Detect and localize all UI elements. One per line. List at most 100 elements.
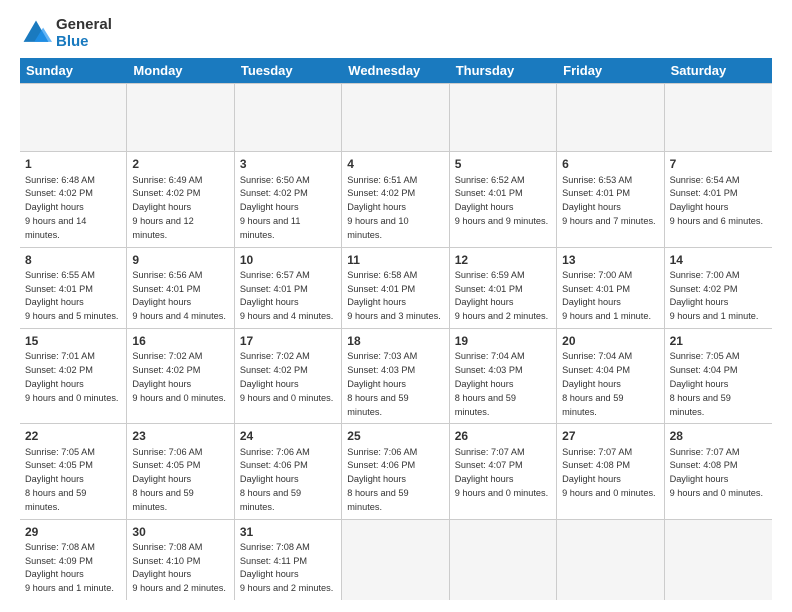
header-wednesday: Wednesday bbox=[342, 58, 449, 83]
sun-info: Sunrise: 7:02 AMSunset: 4:02 PMDaylight … bbox=[240, 351, 333, 402]
header-saturday: Saturday bbox=[665, 58, 772, 83]
header-thursday: Thursday bbox=[450, 58, 557, 83]
calendar-body: 1Sunrise: 6:48 AMSunset: 4:02 PMDaylight… bbox=[20, 83, 772, 600]
cal-cell: 13 Sunrise: 7:00 AMSunset: 4:01 PMDayligh… bbox=[557, 248, 664, 328]
calendar-row-3: 15 Sunrise: 7:01 AMSunset: 4:02 PMDayligh… bbox=[20, 329, 772, 424]
cal-cell bbox=[557, 84, 664, 151]
sun-info: Sunrise: 7:00 AMSunset: 4:01 PMDaylight … bbox=[562, 270, 651, 321]
logo-icon bbox=[20, 17, 52, 49]
sun-info: Sunrise: 6:57 AMSunset: 4:01 PMDaylight … bbox=[240, 270, 333, 321]
calendar-row-2: 8 Sunrise: 6:55 AMSunset: 4:01 PMDaylight… bbox=[20, 248, 772, 329]
cal-cell: 7 Sunrise: 6:54 AMSunset: 4:01 PMDaylight… bbox=[665, 152, 772, 246]
calendar-header: Sunday Monday Tuesday Wednesday Thursday… bbox=[20, 58, 772, 83]
sun-info: Sunrise: 7:08 AMSunset: 4:10 PMDaylight … bbox=[132, 542, 225, 593]
day-number: 15 bbox=[25, 333, 121, 349]
cal-cell: 1Sunrise: 6:48 AMSunset: 4:02 PMDaylight… bbox=[20, 152, 127, 246]
day-number: 18 bbox=[347, 333, 443, 349]
sun-info: Sunrise: 6:52 AMSunset: 4:01 PMDaylight … bbox=[455, 175, 548, 226]
cal-cell: 18 Sunrise: 7:03 AMSunset: 4:03 PMDayligh… bbox=[342, 329, 449, 423]
day-number: 12 bbox=[455, 252, 551, 268]
cal-cell: 22 Sunrise: 7:05 AMSunset: 4:05 PMDayligh… bbox=[20, 424, 127, 518]
day-number: 5 bbox=[455, 156, 551, 172]
sun-info: Sunrise: 7:05 AMSunset: 4:05 PMDaylight … bbox=[25, 447, 95, 512]
day-number: 4 bbox=[347, 156, 443, 172]
cal-cell: 21 Sunrise: 7:05 AMSunset: 4:04 PMDayligh… bbox=[665, 329, 772, 423]
cal-cell bbox=[235, 84, 342, 151]
day-number: 22 bbox=[25, 428, 121, 444]
day-number: 19 bbox=[455, 333, 551, 349]
day-number: 3 bbox=[240, 156, 336, 172]
sun-info: Sunrise: 6:48 AMSunset: 4:02 PMDaylight … bbox=[25, 175, 95, 240]
cal-cell: 28 Sunrise: 7:07 AMSunset: 4:08 PMDayligh… bbox=[665, 424, 772, 518]
day-number: 7 bbox=[670, 156, 767, 172]
cal-cell: 20Sunrise: 7:04 AMSunset: 4:04 PMDayligh… bbox=[557, 329, 664, 423]
cal-cell bbox=[665, 520, 772, 600]
sun-info: Sunrise: 7:07 AMSunset: 4:07 PMDaylight … bbox=[455, 447, 548, 498]
cal-cell: 8 Sunrise: 6:55 AMSunset: 4:01 PMDaylight… bbox=[20, 248, 127, 328]
cal-cell: 19 Sunrise: 7:04 AMSunset: 4:03 PMDayligh… bbox=[450, 329, 557, 423]
cal-cell bbox=[127, 84, 234, 151]
sun-info: Sunrise: 7:00 AMSunset: 4:02 PMDaylight … bbox=[670, 270, 759, 321]
cal-cell: 6 Sunrise: 6:53 AMSunset: 4:01 PMDaylight… bbox=[557, 152, 664, 246]
sun-info: Sunrise: 7:04 AMSunset: 4:04 PMDaylight … bbox=[562, 351, 632, 416]
calendar-row-4: 22 Sunrise: 7:05 AMSunset: 4:05 PMDayligh… bbox=[20, 424, 772, 519]
cal-cell bbox=[342, 520, 449, 600]
day-number: 9 bbox=[132, 252, 228, 268]
day-number: 30 bbox=[132, 524, 228, 540]
sun-info: Sunrise: 6:53 AMSunset: 4:01 PMDaylight … bbox=[562, 175, 655, 226]
sun-info: Sunrise: 6:59 AMSunset: 4:01 PMDaylight … bbox=[455, 270, 548, 321]
day-number: 27 bbox=[562, 428, 658, 444]
calendar-row-5: 29Sunrise: 7:08 AMSunset: 4:09 PMDayligh… bbox=[20, 520, 772, 600]
day-number: 16 bbox=[132, 333, 228, 349]
cal-cell: 31Sunrise: 7:08 AMSunset: 4:11 PMDayligh… bbox=[235, 520, 342, 600]
sun-info: Sunrise: 7:04 AMSunset: 4:03 PMDaylight … bbox=[455, 351, 525, 416]
header-monday: Monday bbox=[127, 58, 234, 83]
cal-cell: 11Sunrise: 6:58 AMSunset: 4:01 PMDayligh… bbox=[342, 248, 449, 328]
cal-cell: 15 Sunrise: 7:01 AMSunset: 4:02 PMDayligh… bbox=[20, 329, 127, 423]
header-friday: Friday bbox=[557, 58, 664, 83]
day-number: 17 bbox=[240, 333, 336, 349]
cal-cell bbox=[557, 520, 664, 600]
cal-cell bbox=[450, 520, 557, 600]
day-number: 25 bbox=[347, 428, 443, 444]
cal-cell: 25Sunrise: 7:06 AMSunset: 4:06 PMDayligh… bbox=[342, 424, 449, 518]
day-number: 21 bbox=[670, 333, 767, 349]
cal-cell: 5 Sunrise: 6:52 AMSunset: 4:01 PMDaylight… bbox=[450, 152, 557, 246]
cal-cell: 12 Sunrise: 6:59 AMSunset: 4:01 PMDayligh… bbox=[450, 248, 557, 328]
sun-info: Sunrise: 6:55 AMSunset: 4:01 PMDaylight … bbox=[25, 270, 118, 321]
calendar-page: General Blue Sunday Monday Tuesday Wedne… bbox=[0, 0, 792, 612]
cal-cell: 16 Sunrise: 7:02 AMSunset: 4:02 PMDayligh… bbox=[127, 329, 234, 423]
day-number: 11 bbox=[347, 252, 443, 268]
cal-cell bbox=[665, 84, 772, 151]
calendar-row-0 bbox=[20, 84, 772, 152]
day-number: 6 bbox=[562, 156, 658, 172]
header-tuesday: Tuesday bbox=[235, 58, 342, 83]
cal-cell: 4 Sunrise: 6:51 AMSunset: 4:02 PMDaylight… bbox=[342, 152, 449, 246]
day-number: 24 bbox=[240, 428, 336, 444]
day-number: 28 bbox=[670, 428, 767, 444]
day-number: 10 bbox=[240, 252, 336, 268]
sun-info: Sunrise: 6:54 AMSunset: 4:01 PMDaylight … bbox=[670, 175, 763, 226]
logo-text: General Blue bbox=[56, 16, 112, 50]
sun-info: Sunrise: 7:02 AMSunset: 4:02 PMDaylight … bbox=[132, 351, 225, 402]
day-number: 2 bbox=[132, 156, 228, 172]
calendar-row-1: 1Sunrise: 6:48 AMSunset: 4:02 PMDaylight… bbox=[20, 152, 772, 247]
cal-cell: 9 Sunrise: 6:56 AMSunset: 4:01 PMDaylight… bbox=[127, 248, 234, 328]
sun-info: Sunrise: 6:56 AMSunset: 4:01 PMDaylight … bbox=[132, 270, 225, 321]
cal-cell bbox=[342, 84, 449, 151]
day-number: 13 bbox=[562, 252, 658, 268]
sun-info: Sunrise: 7:07 AMSunset: 4:08 PMDaylight … bbox=[670, 447, 763, 498]
sun-info: Sunrise: 7:05 AMSunset: 4:04 PMDaylight … bbox=[670, 351, 740, 416]
sun-info: Sunrise: 7:07 AMSunset: 4:08 PMDaylight … bbox=[562, 447, 655, 498]
sun-info: Sunrise: 7:06 AMSunset: 4:06 PMDaylight … bbox=[240, 447, 310, 512]
sun-info: Sunrise: 7:03 AMSunset: 4:03 PMDaylight … bbox=[347, 351, 417, 416]
sun-info: Sunrise: 7:01 AMSunset: 4:02 PMDaylight … bbox=[25, 351, 118, 402]
cal-cell: 26Sunrise: 7:07 AMSunset: 4:07 PMDayligh… bbox=[450, 424, 557, 518]
day-number: 8 bbox=[25, 252, 121, 268]
day-number: 29 bbox=[25, 524, 121, 540]
logo: General Blue bbox=[20, 16, 112, 50]
sun-info: Sunrise: 6:50 AMSunset: 4:02 PMDaylight … bbox=[240, 175, 310, 240]
sun-info: Sunrise: 7:08 AMSunset: 4:11 PMDaylight … bbox=[240, 542, 333, 593]
cal-cell: 30 Sunrise: 7:08 AMSunset: 4:10 PMDayligh… bbox=[127, 520, 234, 600]
sun-info: Sunrise: 6:51 AMSunset: 4:02 PMDaylight … bbox=[347, 175, 417, 240]
